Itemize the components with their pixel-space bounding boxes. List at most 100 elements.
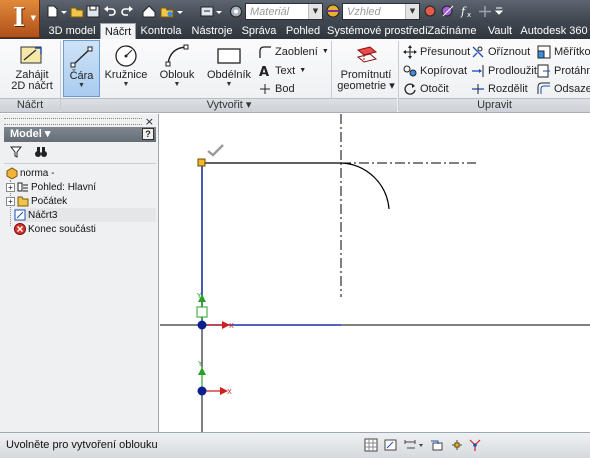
- arc-preview: [340, 162, 390, 210]
- chevron-down-icon: ▼: [405, 4, 419, 19]
- chevron-down-icon: ▼: [225, 81, 233, 88]
- appearance-select[interactable]: Vzhled ▼: [342, 3, 420, 20]
- sketch-endpoint[interactable]: [197, 158, 206, 167]
- parameters-fx-icon[interactable]: fx: [460, 5, 474, 18]
- circle-label: Kružnice: [104, 69, 148, 81]
- start-2d-sketch-button[interactable]: Zahájit 2D náčrt: [6, 40, 58, 97]
- split-button[interactable]: Rozdělit: [471, 80, 528, 97]
- constraint-inference-icon[interactable]: [430, 438, 444, 452]
- expand-icon[interactable]: +: [6, 182, 15, 192]
- new-file-icon[interactable]: [45, 5, 59, 18]
- move-label: Přesunout: [420, 45, 471, 58]
- line-label: Čára: [69, 70, 94, 82]
- update-dropdown-icon[interactable]: [215, 5, 223, 18]
- open-folder-icon[interactable]: [70, 5, 84, 18]
- rotate-icon: [404, 83, 416, 95]
- update-icon[interactable]: [200, 5, 214, 18]
- rectangle-button[interactable]: Obdélník ▼: [206, 40, 252, 97]
- arc-button[interactable]: Oblouk ▼: [156, 40, 198, 97]
- filter-icon[interactable]: [9, 146, 23, 161]
- new-dropdown-icon[interactable]: [60, 5, 68, 18]
- model-browser: × Model ▾ ? norma - + Pohled: Hlavní + P…: [0, 114, 159, 432]
- tab-environments[interactable]: Systémové prostředí: [327, 23, 428, 39]
- rotate-label: Otočit: [420, 82, 449, 95]
- tab-inspect[interactable]: Kontrola: [137, 23, 185, 39]
- browser-header[interactable]: Model ▾ ?: [4, 127, 156, 142]
- ribbon: Zahájit 2D náčrt Náčrt Čára ▼ Kružnice ▼…: [0, 39, 590, 113]
- project-geometry-label-2-row: geometrie ▾: [337, 80, 395, 92]
- circle-tool-icon: [115, 45, 137, 67]
- sketch-canvas[interactable]: Y X Y X: [160, 114, 590, 432]
- clear-appearance-icon[interactable]: [441, 5, 455, 18]
- line-button[interactable]: Čára ▼: [63, 40, 100, 97]
- copy-button[interactable]: Kopírovat: [403, 62, 467, 79]
- arc-tool-icon: [165, 44, 189, 67]
- project-geometry-button[interactable]: Promítnutí geometrie ▾: [336, 40, 396, 97]
- view-icon: [17, 182, 28, 192]
- tab-3d-model[interactable]: 3D model: [42, 23, 102, 39]
- tree-item-sketch[interactable]: Náčrt3: [14, 208, 156, 222]
- view-y-axis-label: Y: [197, 360, 203, 368]
- tree-item-origin[interactable]: + Počátek: [6, 194, 67, 208]
- redo-icon[interactable]: [120, 5, 134, 18]
- scale-button[interactable]: Měřítko: [537, 43, 590, 60]
- application-menu-button[interactable]: I ▼: [0, 0, 40, 38]
- trim-button[interactable]: Oříznout: [471, 43, 530, 60]
- expand-icon[interactable]: +: [6, 196, 15, 206]
- home-view-icon[interactable]: [142, 5, 156, 18]
- y-axis-arrow-icon: [198, 367, 206, 375]
- degrees-of-freedom-icon[interactable]: [468, 438, 482, 452]
- tree-item-part[interactable]: norma -: [6, 166, 54, 180]
- move-icon: [403, 44, 417, 59]
- material-select[interactable]: Materiál ▼: [245, 3, 323, 20]
- measure-icon[interactable]: [478, 5, 492, 18]
- svg-text:x: x: [467, 11, 471, 18]
- save-icon[interactable]: [86, 5, 100, 18]
- show-constraints-icon[interactable]: [450, 438, 464, 452]
- chevron-down-icon: ▼: [78, 82, 85, 89]
- rectangle-label: Obdélník: [206, 69, 252, 81]
- browser-grip[interactable]: [4, 118, 142, 125]
- coincident-glyph-icon: [207, 144, 224, 157]
- undo-icon[interactable]: [103, 5, 117, 18]
- point-icon: [260, 83, 270, 94]
- trim-label: Oříznout: [488, 45, 531, 58]
- tab-view[interactable]: Pohled: [283, 23, 323, 39]
- properties-icon[interactable]: [229, 5, 243, 18]
- fillet-button[interactable]: Zaoblení ▼: [258, 43, 329, 60]
- tab-get-started[interactable]: Začínáme: [424, 23, 480, 39]
- sketch-properties-icon[interactable]: [384, 438, 398, 452]
- offset-button[interactable]: Odsazen: [537, 80, 590, 97]
- chevron-down-icon: ▼: [321, 48, 329, 55]
- graphics-window[interactable]: Y X Y X: [160, 114, 590, 432]
- ribbon-tab-bar: 3D model Náčrt Kontrola Nástroje Správa …: [0, 23, 590, 40]
- tree-item-end-of-part[interactable]: Konec součásti: [14, 222, 96, 236]
- tab-vault[interactable]: Vault: [484, 23, 516, 39]
- panel-title-modify: Upravit: [399, 98, 590, 112]
- stretch-button[interactable]: Protáhno: [537, 62, 590, 79]
- dimension-display-icon[interactable]: [404, 438, 424, 452]
- help-icon[interactable]: ?: [142, 128, 154, 140]
- fillet-icon: [259, 45, 271, 58]
- text-label: Text: [275, 64, 296, 77]
- text-button[interactable]: A Text ▼: [258, 62, 306, 79]
- start-sketch-label-2: 2D náčrt: [11, 80, 53, 92]
- tree-item-view[interactable]: + Pohled: Hlavní: [6, 180, 96, 194]
- tree-item-label: Konec součásti: [28, 223, 96, 235]
- grid-toggle-icon[interactable]: [364, 438, 378, 452]
- point-button[interactable]: Bod: [258, 80, 295, 97]
- extend-button[interactable]: Prodloužit: [471, 62, 537, 79]
- project-dropdown-icon[interactable]: [176, 5, 184, 18]
- project-icon[interactable]: [160, 5, 174, 18]
- circle-button[interactable]: Kružnice ▼: [104, 40, 148, 97]
- move-button[interactable]: Přesunout: [403, 43, 470, 60]
- customize-qat-icon[interactable]: [495, 5, 503, 18]
- tab-manage[interactable]: Správa: [239, 23, 279, 39]
- tree-item-label: norma -: [20, 167, 55, 179]
- tab-tools[interactable]: Nástroje: [189, 23, 235, 39]
- find-binoculars-icon[interactable]: [34, 146, 48, 161]
- tab-autodesk-360[interactable]: Autodesk 360: [520, 23, 588, 39]
- adjust-appearance-icon[interactable]: [424, 5, 438, 18]
- tab-sketch[interactable]: Náčrt: [100, 23, 136, 40]
- rotate-button[interactable]: Otočit: [403, 80, 449, 97]
